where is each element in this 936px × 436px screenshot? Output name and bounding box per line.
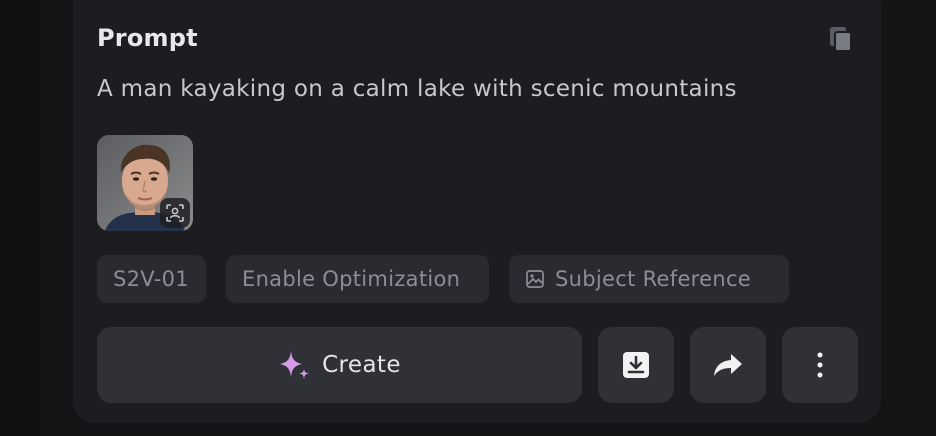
model-chip[interactable]: S2V-01 [97, 255, 206, 303]
subject-reference-thumbnail[interactable] [97, 135, 193, 231]
download-button[interactable] [598, 327, 674, 403]
image-icon [526, 270, 544, 288]
left-panel-edge [0, 0, 40, 436]
more-options-button[interactable] [782, 327, 858, 403]
subject-reference-chip[interactable]: Subject Reference [509, 255, 789, 303]
copy-icon [830, 27, 852, 52]
copy-button[interactable] [826, 24, 856, 54]
download-icon [623, 352, 649, 378]
enable-optimization-chip[interactable]: Enable Optimization [226, 255, 489, 303]
create-button-label: Create [322, 352, 401, 378]
subject-reference-label: Subject Reference [555, 267, 752, 291]
prompt-text: A man kayaking on a calm lake with sceni… [97, 76, 737, 102]
share-button[interactable] [690, 327, 766, 403]
sparkle-icon [280, 351, 310, 379]
more-vertical-icon [817, 352, 823, 378]
prompt-card: Prompt A man kayaking on a calm lake wit… [73, 0, 881, 423]
create-button[interactable]: Create [97, 327, 582, 403]
share-icon [714, 354, 742, 376]
person-focus-icon [166, 204, 184, 222]
prompt-title: Prompt [97, 24, 198, 52]
person-focus-badge [160, 198, 190, 228]
